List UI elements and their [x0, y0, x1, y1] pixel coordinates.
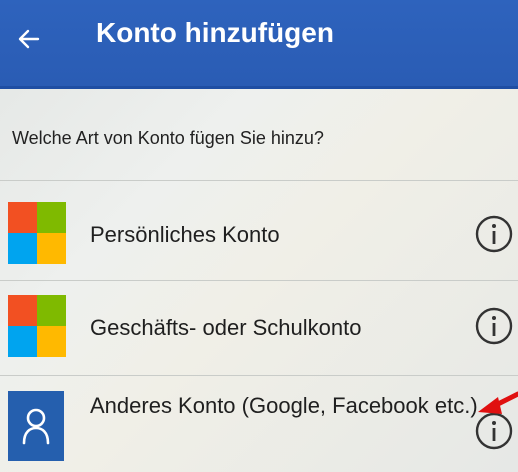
account-option-personal[interactable]: Persönliches Konto [0, 186, 518, 280]
back-arrow-icon [18, 29, 40, 49]
account-type-question: Welche Art von Konto fügen Sie hinzu? [12, 128, 324, 148]
account-option-label: Anderes Konto (Google, Facebook etc.) [90, 393, 478, 418]
account-option-other[interactable]: Anderes Konto (Google, Facebook etc.) [0, 377, 518, 472]
info-icon[interactable] [474, 306, 514, 346]
divider [0, 180, 518, 181]
account-option-label: Persönliches Konto [90, 222, 280, 247]
page-title: Konto hinzufügen [96, 17, 334, 48]
microsoft-logo-icon [8, 202, 66, 264]
info-icon[interactable] [474, 214, 514, 254]
add-account-screen: Konto hinzufügen Welche Art von Konto fü… [0, 0, 518, 472]
back-button[interactable] [12, 22, 46, 56]
microsoft-logo-icon [8, 295, 66, 357]
account-option-work-school[interactable]: Geschäfts- oder Schulkonto [0, 281, 518, 375]
app-bar: Konto hinzufügen [0, 0, 518, 89]
annotation-arrow-icon [478, 391, 518, 414]
account-option-label: Geschäfts- oder Schulkonto [90, 315, 362, 340]
divider [0, 375, 518, 376]
person-icon [8, 391, 64, 461]
